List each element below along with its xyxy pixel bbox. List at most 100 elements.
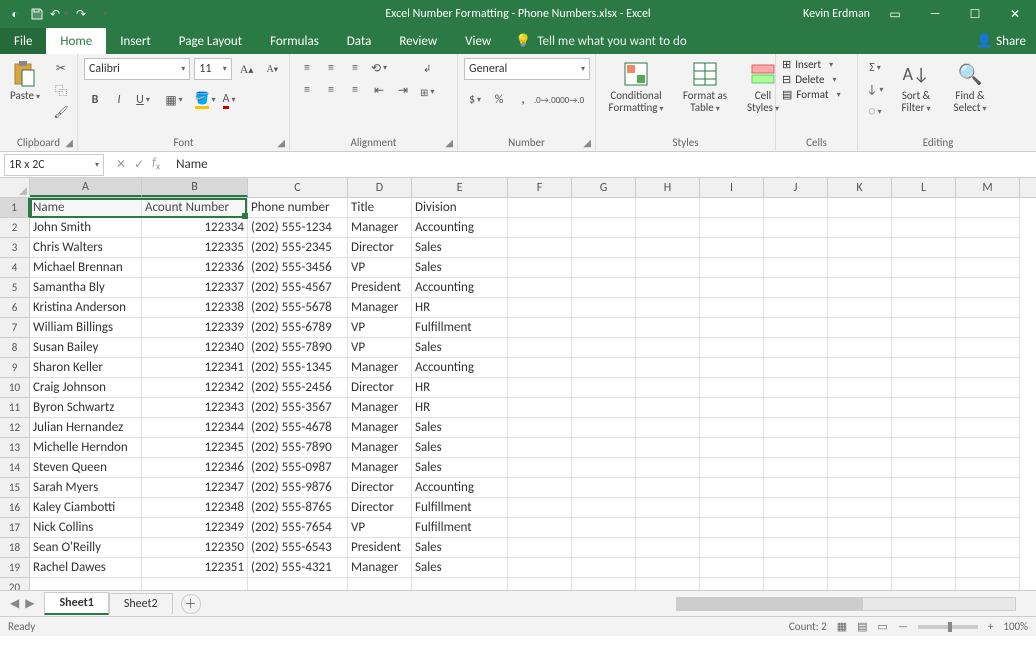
cell[interactable]: Sarah Myers: [30, 478, 142, 498]
cell[interactable]: [700, 278, 764, 298]
align-left-button[interactable]: ≡: [296, 80, 318, 100]
zoom-out-button[interactable]: —: [898, 620, 908, 633]
cell[interactable]: [700, 198, 764, 218]
cell[interactable]: [828, 538, 892, 558]
tell-me-search[interactable]: 💡 Tell me what you want to do: [505, 28, 697, 54]
cell[interactable]: (202) 555-6789: [248, 318, 348, 338]
align-right-button[interactable]: ≡: [344, 80, 366, 100]
cell[interactable]: Byron Schwartz: [30, 398, 142, 418]
cell[interactable]: Sales: [412, 558, 508, 578]
cell[interactable]: [828, 238, 892, 258]
cell[interactable]: Director: [348, 378, 412, 398]
cell[interactable]: [636, 378, 700, 398]
row-header[interactable]: 11: [0, 398, 30, 418]
cell[interactable]: [700, 258, 764, 278]
column-header-B[interactable]: B: [142, 178, 248, 197]
alignment-dialog-launcher[interactable]: ◢: [445, 136, 453, 149]
cell[interactable]: [892, 258, 956, 278]
row-header[interactable]: 16: [0, 498, 30, 518]
font-name-combo[interactable]: Calibri▾: [84, 58, 190, 80]
new-sheet-button[interactable]: ＋: [181, 594, 201, 614]
cell[interactable]: [764, 398, 828, 418]
cell[interactable]: Name: [30, 198, 142, 218]
cell[interactable]: [636, 518, 700, 538]
cell[interactable]: [828, 298, 892, 318]
cell[interactable]: Accounting: [412, 478, 508, 498]
cell[interactable]: [764, 438, 828, 458]
cell[interactable]: [700, 438, 764, 458]
cell[interactable]: [828, 198, 892, 218]
cell[interactable]: [636, 198, 700, 218]
sheet-nav-prev[interactable]: ◀: [10, 596, 19, 611]
cell[interactable]: [892, 538, 956, 558]
cell[interactable]: [764, 418, 828, 438]
cell[interactable]: [764, 218, 828, 238]
cell[interactable]: [636, 538, 700, 558]
number-dialog-launcher[interactable]: ◢: [583, 136, 591, 149]
cell[interactable]: [828, 378, 892, 398]
number-format-combo[interactable]: General▾: [464, 58, 590, 80]
row-header[interactable]: 10: [0, 378, 30, 398]
zoom-slider[interactable]: [918, 625, 978, 629]
cell[interactable]: [30, 578, 142, 590]
cell[interactable]: [892, 218, 956, 238]
cell[interactable]: [956, 258, 1020, 278]
row-header[interactable]: 5: [0, 278, 30, 298]
cell[interactable]: [956, 518, 1020, 538]
cell[interactable]: Nick Collins: [30, 518, 142, 538]
cell[interactable]: 122346: [142, 458, 248, 478]
cell[interactable]: [956, 198, 1020, 218]
cell[interactable]: VP: [348, 258, 412, 278]
cell[interactable]: [956, 218, 1020, 238]
cell[interactable]: Sales: [412, 338, 508, 358]
formula-input[interactable]: Name: [168, 157, 1036, 172]
cell[interactable]: [764, 238, 828, 258]
cell[interactable]: Kristina Anderson: [30, 298, 142, 318]
italic-button[interactable]: I: [108, 90, 130, 110]
cell[interactable]: [636, 238, 700, 258]
cell[interactable]: VP: [348, 318, 412, 338]
cell[interactable]: (202) 555-1345: [248, 358, 348, 378]
cell[interactable]: Manager: [348, 218, 412, 238]
cell[interactable]: Michelle Herndon: [30, 438, 142, 458]
cell[interactable]: [892, 378, 956, 398]
cell[interactable]: [828, 578, 892, 590]
row-header[interactable]: 19: [0, 558, 30, 578]
cell[interactable]: [572, 258, 636, 278]
row-header[interactable]: 8: [0, 338, 30, 358]
tab-home[interactable]: Home: [46, 28, 106, 54]
cell[interactable]: HR: [412, 378, 508, 398]
cell[interactable]: HR: [412, 298, 508, 318]
cell[interactable]: [636, 398, 700, 418]
cell[interactable]: Accounting: [412, 218, 508, 238]
cell[interactable]: [572, 498, 636, 518]
insert-cells-button[interactable]: ⊞Insert▾: [782, 58, 841, 71]
cell[interactable]: Manager: [348, 438, 412, 458]
tab-formulas[interactable]: Formulas: [256, 28, 333, 54]
cell[interactable]: [508, 378, 572, 398]
cell[interactable]: Sean O'Reilly: [30, 538, 142, 558]
format-painter-button[interactable]: 🖌: [50, 102, 72, 122]
cell[interactable]: [764, 318, 828, 338]
tab-data[interactable]: Data: [333, 28, 386, 54]
cell[interactable]: Sales: [412, 418, 508, 438]
cell[interactable]: [828, 498, 892, 518]
cell[interactable]: [892, 238, 956, 258]
cell[interactable]: (202) 555-6543: [248, 538, 348, 558]
cell[interactable]: (202) 555-2456: [248, 378, 348, 398]
cell[interactable]: Manager: [348, 398, 412, 418]
minimize-icon[interactable]: —: [920, 4, 950, 24]
cell[interactable]: [956, 498, 1020, 518]
cell[interactable]: [828, 478, 892, 498]
cell[interactable]: [956, 398, 1020, 418]
cell[interactable]: [636, 338, 700, 358]
decrease-decimal-button[interactable]: .00→.0: [560, 90, 582, 110]
comma-format-button[interactable]: ,: [512, 90, 534, 110]
cell[interactable]: Craig Johnson: [30, 378, 142, 398]
cut-button[interactable]: ✂: [50, 58, 72, 78]
cell[interactable]: [892, 338, 956, 358]
cell[interactable]: [572, 218, 636, 238]
cell[interactable]: [956, 438, 1020, 458]
merge-center-button[interactable]: ⊞: [420, 82, 434, 102]
cell[interactable]: Sales: [412, 258, 508, 278]
